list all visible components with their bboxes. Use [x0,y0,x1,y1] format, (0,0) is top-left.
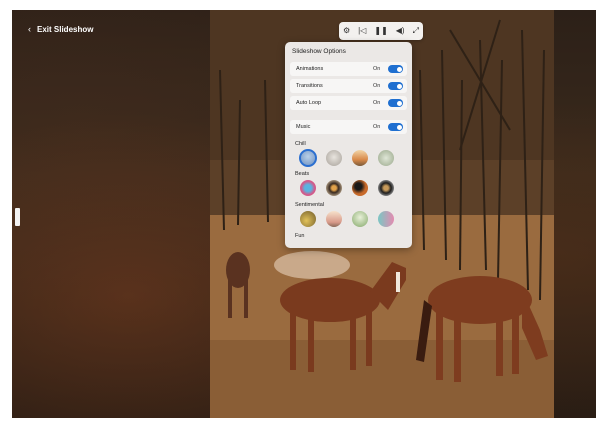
music-thumb[interactable] [352,150,368,166]
option-label: Auto Loop [296,100,322,106]
transitions-toggle[interactable] [388,82,403,90]
option-state: On [373,100,381,106]
option-label: Animations [296,66,324,72]
exit-fullscreen-icon[interactable]: ⤢ [413,27,419,35]
auto-loop-toggle[interactable] [388,99,403,107]
music-thumb[interactable] [299,149,317,167]
slideshow-controls: ⚙ |◁ ❚❚ ◀) ⤢ [339,22,423,40]
music-thumb[interactable] [378,150,394,166]
option-label: Transitions [296,83,323,89]
exit-slideshow-button[interactable]: ‹ Exit Slideshow [28,24,93,34]
chevron-left-icon: ‹ [28,24,31,34]
option-row-music: Music On [290,120,407,134]
music-thumb[interactable] [326,211,342,227]
option-row-auto-loop: Auto Loop On [290,96,407,110]
settings-icon[interactable]: ⚙ [343,27,350,35]
music-thumb[interactable] [378,180,394,196]
music-thumb[interactable] [300,180,316,196]
category-label-chill: Chill [295,141,306,147]
music-thumb[interactable] [326,150,342,166]
chill-thumbs [299,149,394,167]
category-label-fun: Fun [295,233,305,239]
option-state: On [373,83,381,89]
music-thumb[interactable] [352,180,368,196]
panel-title: Slideshow Options [292,48,346,55]
slideshow-window: ‹ Exit Slideshow ⚙ |◁ ❚❚ ◀) ⤢ Slideshow … [12,10,596,418]
category-label-beats: Beats [295,171,310,177]
slideshow-options-panel: Slideshow Options Animations On Transiti… [285,42,412,248]
option-row-transitions: Transitions On [290,79,407,93]
previous-icon[interactable]: |◁ [358,27,366,35]
sentimental-thumbs [300,211,394,227]
side-panel-handle[interactable] [15,208,20,226]
option-row-animations: Animations On [290,62,407,76]
option-label: Music [296,124,311,130]
option-state: On [373,66,381,72]
volume-icon[interactable]: ◀) [396,27,405,35]
beats-thumbs [300,180,394,196]
option-state: On [373,124,381,130]
music-thumb[interactable] [300,211,316,227]
music-thumb[interactable] [326,180,342,196]
music-thumb[interactable] [378,211,394,227]
category-label-sentimental: Sentimental [295,202,325,208]
exit-slideshow-label: Exit Slideshow [37,24,94,34]
pause-icon[interactable]: ❚❚ [374,27,387,35]
animations-toggle[interactable] [388,65,403,73]
music-thumb[interactable] [352,211,368,227]
music-toggle[interactable] [388,123,403,131]
